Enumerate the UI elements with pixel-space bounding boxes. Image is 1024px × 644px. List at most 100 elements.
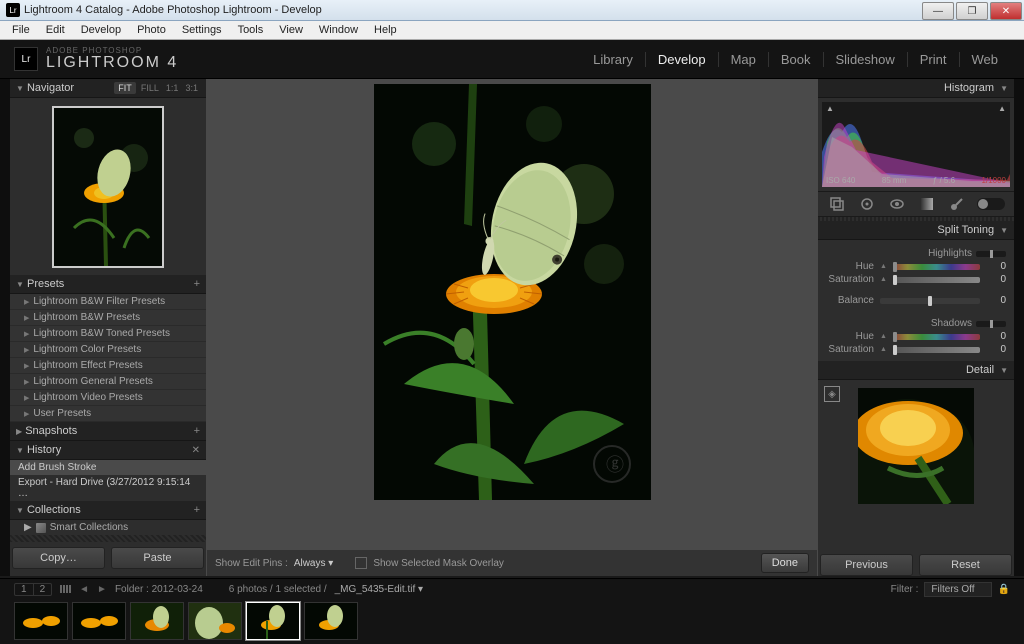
- module-book[interactable]: Book: [769, 52, 824, 67]
- preset-folder[interactable]: ▶Lightroom Video Presets: [10, 390, 206, 406]
- canvas[interactable]: ⓖ: [206, 79, 818, 546]
- navigator-title: Navigator: [27, 82, 74, 94]
- menu-window[interactable]: Window: [311, 22, 366, 38]
- snapshots-add-icon[interactable]: +: [194, 425, 200, 437]
- filename-label[interactable]: _MG_5435-Edit.tif ▾: [335, 584, 423, 595]
- module-print[interactable]: Print: [908, 52, 960, 67]
- done-button[interactable]: Done: [761, 553, 809, 573]
- nav-mode-fit[interactable]: FIT: [114, 82, 136, 94]
- gradient-tool-icon[interactable]: [917, 194, 937, 214]
- filmstrip-thumb-selected[interactable]: [246, 602, 300, 640]
- highlights-miniswath[interactable]: [976, 251, 1006, 257]
- shadows-sat-slider[interactable]: [893, 347, 980, 353]
- filmstrip-thumb[interactable]: [72, 602, 126, 640]
- history-clear-icon[interactable]: ✕: [192, 445, 200, 456]
- grid-view-icon[interactable]: [60, 585, 71, 593]
- right-edge-collapse[interactable]: [1014, 79, 1024, 576]
- module-map[interactable]: Map: [719, 52, 769, 67]
- presets-title: Presets: [27, 278, 64, 290]
- left-edge-collapse[interactable]: [0, 79, 10, 576]
- nav-back-icon[interactable]: ◄: [79, 584, 89, 595]
- preset-folder[interactable]: ▶Lightroom General Presets: [10, 374, 206, 390]
- histo-shutter: 1/1000: [982, 176, 1006, 185]
- collections-add-icon[interactable]: +: [194, 504, 200, 516]
- preset-folder[interactable]: ▶Lightroom B&W Filter Presets: [10, 294, 206, 310]
- menu-photo[interactable]: Photo: [129, 22, 174, 38]
- filter-dropdown[interactable]: Filters Off: [924, 582, 991, 597]
- menu-edit[interactable]: Edit: [38, 22, 73, 38]
- maximize-button[interactable]: ❐: [956, 2, 988, 20]
- show-pins-dropdown[interactable]: Always ▾: [294, 558, 334, 569]
- nav-mode-fill[interactable]: FILL: [139, 83, 161, 93]
- detail-title: Detail: [966, 364, 994, 376]
- history-step[interactable]: Export - Hard Drive (3/27/2012 9:15:14 …: [10, 475, 206, 501]
- highlights-hue-slider[interactable]: [893, 264, 980, 270]
- detail-header[interactable]: Detail▼: [818, 361, 1014, 380]
- mask-overlay-checkbox[interactable]: [355, 557, 367, 569]
- filter-lock-icon[interactable]: 🔒: [998, 584, 1010, 595]
- close-button[interactable]: ✕: [990, 2, 1022, 20]
- module-web[interactable]: Web: [960, 52, 1011, 67]
- reset-button[interactable]: Reset: [919, 554, 1012, 576]
- history-step[interactable]: Add Brush Stroke: [10, 460, 206, 475]
- presets-add-icon[interactable]: +: [194, 278, 200, 290]
- filmstrip-thumb[interactable]: [188, 602, 242, 640]
- filmstrip-thumbs[interactable]: [0, 597, 1024, 644]
- highlights-label: Highlights: [928, 248, 972, 259]
- module-library[interactable]: Library: [581, 52, 646, 67]
- main-photo[interactable]: ⓖ: [374, 84, 651, 500]
- shadows-hue-slider[interactable]: [893, 334, 980, 340]
- folder-label[interactable]: Folder : 2012-03-24: [115, 584, 203, 595]
- module-develop[interactable]: Develop: [646, 52, 719, 67]
- crop-tool-icon[interactable]: [827, 194, 847, 214]
- presets-header[interactable]: ▼ Presets +: [10, 275, 206, 294]
- redeye-tool-icon[interactable]: [887, 194, 907, 214]
- balance-slider[interactable]: [880, 298, 980, 304]
- histogram-header[interactable]: Histogram▼: [818, 79, 1014, 98]
- detail-target-icon[interactable]: ◈: [824, 386, 840, 402]
- menu-settings[interactable]: Settings: [174, 22, 230, 38]
- highlights-sat-slider[interactable]: [893, 277, 980, 283]
- menu-tools[interactable]: Tools: [230, 22, 272, 38]
- develop-toolbar: Show Edit Pins : Always ▾ Show Selected …: [207, 550, 817, 576]
- secondary-display-nav[interactable]: 1 2: [14, 583, 52, 596]
- preset-folder[interactable]: ▶Lightroom B&W Toned Presets: [10, 326, 206, 342]
- filmstrip-thumb[interactable]: [130, 602, 184, 640]
- split-toning-header[interactable]: Split Toning▼: [818, 221, 1014, 240]
- preset-folder[interactable]: ▶User Presets: [10, 406, 206, 422]
- tool-switch[interactable]: [977, 198, 1005, 210]
- menu-file[interactable]: File: [4, 22, 38, 38]
- histogram-display[interactable]: ▲ ▲ ISO 640 85 mm ƒ / 5.6 1/1000: [822, 102, 1010, 187]
- preset-folder[interactable]: ▶Lightroom Effect Presets: [10, 358, 206, 374]
- previous-button[interactable]: Previous: [820, 554, 913, 576]
- nav-fwd-icon[interactable]: ►: [97, 584, 107, 595]
- menu-help[interactable]: Help: [366, 22, 405, 38]
- window-title: Lightroom 4 Catalog - Adobe Photoshop Li…: [24, 4, 322, 16]
- collections-header[interactable]: ▼ Collections +: [10, 501, 206, 520]
- menu-develop[interactable]: Develop: [73, 22, 129, 38]
- collection-item[interactable]: ▶ Smart Collections: [10, 520, 206, 535]
- filmstrip-thumb[interactable]: [14, 602, 68, 640]
- shadows-miniswath[interactable]: [976, 321, 1006, 327]
- brush-tool-icon[interactable]: [947, 194, 967, 214]
- paste-button[interactable]: Paste: [111, 547, 204, 569]
- snapshots-title: Snapshots: [25, 425, 77, 437]
- minimize-button[interactable]: —: [922, 2, 954, 20]
- navigator-header[interactable]: ▼ Navigator FIT FILL 1:1 3:1: [10, 79, 206, 98]
- history-header[interactable]: ▼ History ✕: [10, 441, 206, 460]
- nav-mode-3to1[interactable]: 3:1: [183, 83, 200, 93]
- navigator-preview[interactable]: [10, 98, 206, 275]
- highlight-clip-icon[interactable]: ▲: [998, 104, 1006, 113]
- module-slideshow[interactable]: Slideshow: [824, 52, 908, 67]
- shadow-clip-icon[interactable]: ▲: [826, 104, 834, 113]
- preset-folder[interactable]: ▶Lightroom B&W Presets: [10, 310, 206, 326]
- menu-view[interactable]: View: [271, 22, 311, 38]
- lightroom-logo: Lr: [14, 47, 38, 71]
- spot-tool-icon[interactable]: [857, 194, 877, 214]
- nav-mode-1to1[interactable]: 1:1: [164, 83, 181, 93]
- snapshots-header[interactable]: ▶ Snapshots +: [10, 422, 206, 441]
- filmstrip-thumb[interactable]: [304, 602, 358, 640]
- copy-button[interactable]: Copy…: [12, 547, 105, 569]
- detail-preview[interactable]: [858, 388, 974, 504]
- preset-folder[interactable]: ▶Lightroom Color Presets: [10, 342, 206, 358]
